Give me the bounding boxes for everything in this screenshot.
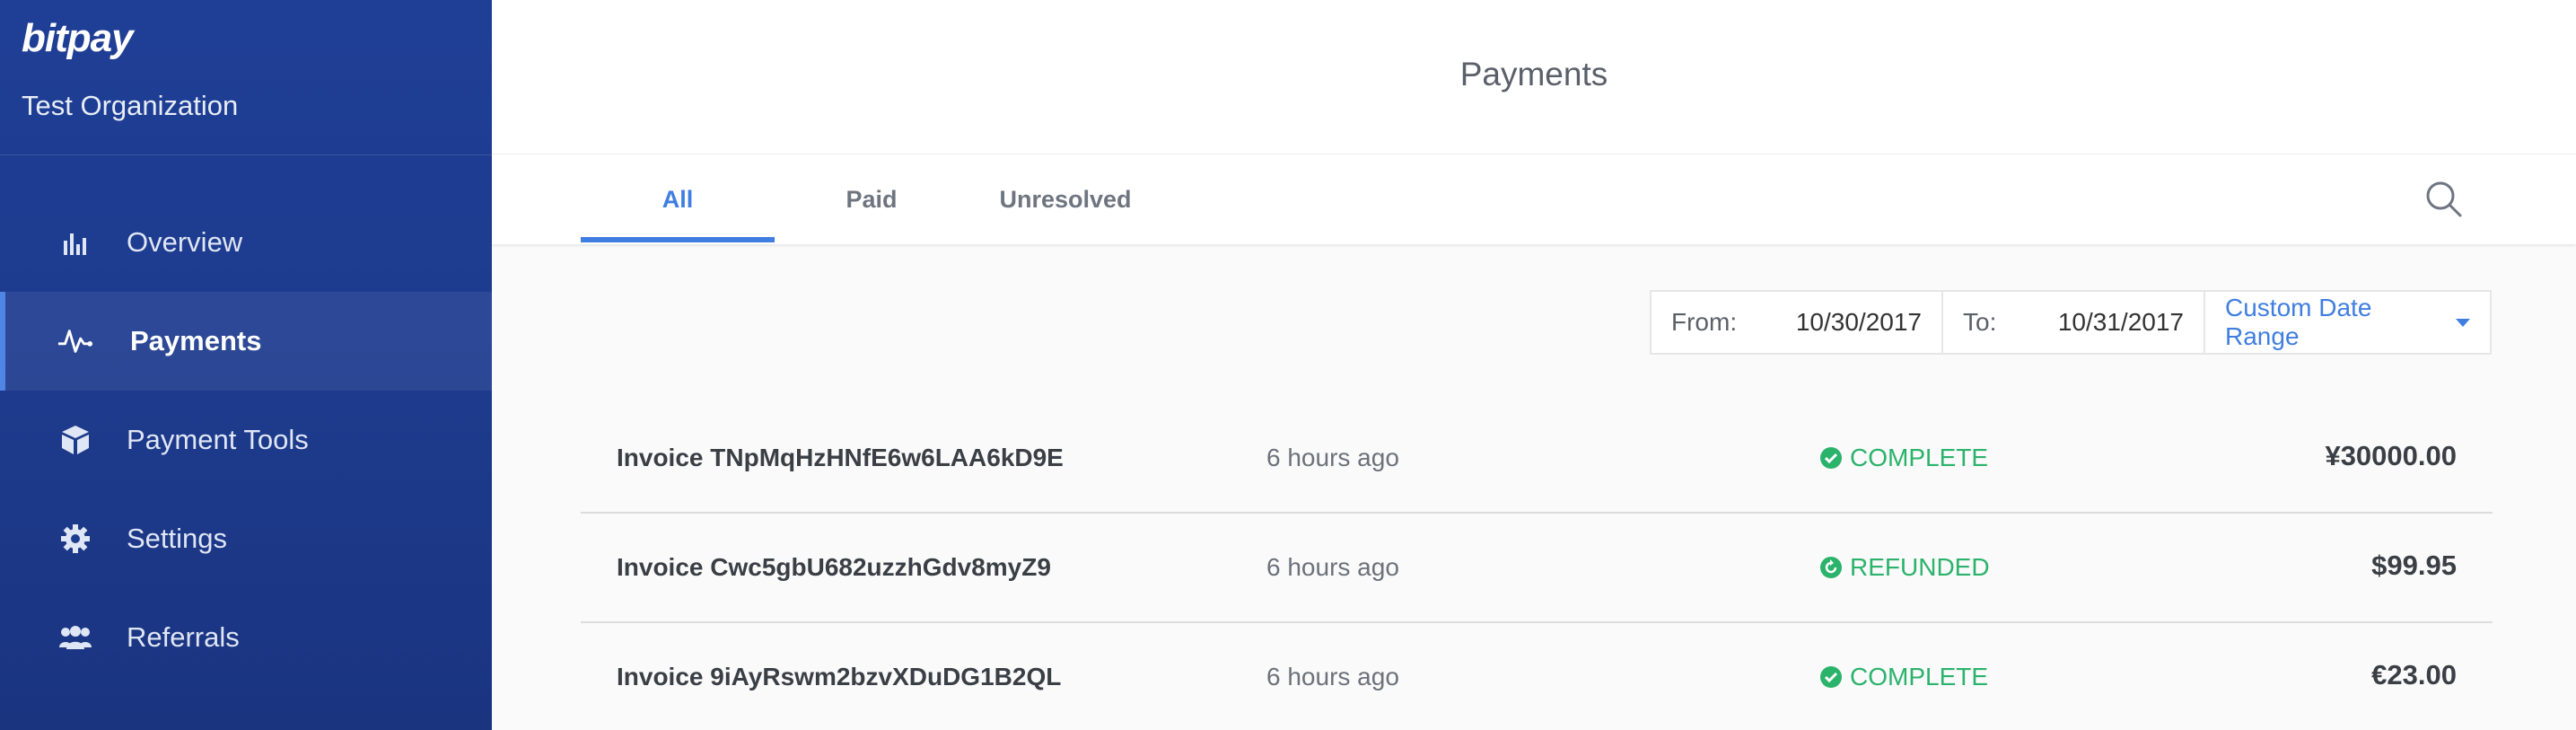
cube-icon [57, 422, 93, 458]
invoice-time: 6 hours ago [1266, 444, 1399, 471]
sidebar-item-overview[interactable]: Overview [0, 193, 492, 292]
refund-circle-icon [1820, 557, 1842, 578]
status-badge: REFUNDED [1819, 553, 1990, 582]
sidebar-item-referrals[interactable]: Referrals [0, 588, 492, 687]
pulse-icon [57, 323, 93, 359]
date-filter: From: 10/30/2017 To: 10/31/2017 Custom D… [1650, 290, 2492, 355]
from-date-value: 10/30/2017 [1795, 308, 1922, 336]
date-range-dropdown[interactable]: Custom Date Range [2205, 292, 2490, 353]
check-circle-icon [1820, 666, 1842, 688]
tab-all[interactable]: All [581, 154, 775, 244]
sidebar-item-label: Payment Tools [127, 424, 309, 455]
from-date-field[interactable]: From: 10/30/2017 [1652, 292, 1943, 353]
users-icon [57, 620, 93, 655]
caret-down-icon [2456, 318, 2470, 327]
table-row[interactable]: Invoice TNpMqHzHNfE6w6LAA6kD9E 6 hours a… [581, 404, 2493, 514]
to-label: To: [1963, 308, 1997, 336]
to-date-field[interactable]: To: 10/31/2017 [1943, 292, 2205, 353]
bar-chart-icon [57, 224, 93, 260]
status-text: COMPLETE [1850, 663, 1989, 690]
invoice-id: Invoice Cwc5gbU682uzzhGdv8myZ9 [617, 553, 1051, 581]
sidebar-item-label: Referrals [127, 621, 240, 653]
table-row[interactable]: Invoice 9iAyRswm2bzvXDuDG1B2QL 6 hours a… [581, 623, 2493, 730]
main-content: Payments All Paid Unresolved From: 10/30… [492, 0, 2576, 730]
tab-paid[interactable]: Paid [775, 154, 968, 244]
sidebar-item-label: Payments [130, 325, 262, 356]
bitpay-logo[interactable]: bitpay [22, 16, 134, 61]
from-label: From: [1671, 308, 1738, 336]
sidebar-nav: Overview Payments Payment Tools Settings… [0, 193, 492, 687]
invoice-amount: $99.95 [2371, 550, 2457, 581]
payments-list: Invoice TNpMqHzHNfE6w6LAA6kD9E 6 hours a… [581, 404, 2493, 730]
status-text: REFUNDED [1850, 553, 1990, 581]
sidebar-divider [0, 154, 492, 155]
tabs-bar: All Paid Unresolved [492, 154, 2576, 244]
sidebar-item-payment-tools[interactable]: Payment Tools [0, 391, 492, 489]
check-circle-icon [1820, 447, 1842, 469]
sidebar-item-label: Overview [127, 226, 243, 258]
invoice-amount: ¥30000.00 [2325, 440, 2457, 471]
sidebar-item-payments[interactable]: Payments [0, 292, 492, 391]
invoice-amount: €23.00 [2371, 659, 2457, 690]
invoice-id: Invoice TNpMqHzHNfE6w6LAA6kD9E [617, 444, 1064, 471]
sidebar-item-label: Settings [127, 523, 228, 554]
status-text: COMPLETE [1850, 444, 1989, 471]
page-title: Payments [1459, 56, 1608, 92]
tab-unresolved[interactable]: Unresolved [968, 154, 1162, 244]
status-badge: COMPLETE [1819, 444, 1988, 472]
organization-name: Test Organization [22, 90, 239, 121]
invoice-time: 6 hours ago [1266, 663, 1399, 690]
sidebar-item-settings[interactable]: Settings [0, 489, 492, 588]
sidebar: bitpay Test Organization Overview Paymen… [0, 0, 492, 730]
invoice-time: 6 hours ago [1266, 553, 1399, 581]
gear-icon [57, 521, 93, 557]
date-range-label: Custom Date Range [2225, 294, 2372, 350]
search-icon[interactable] [2422, 177, 2466, 222]
invoice-id: Invoice 9iAyRswm2bzvXDuDG1B2QL [617, 663, 1062, 690]
to-date-value: 10/31/2017 [2057, 308, 2184, 336]
status-badge: COMPLETE [1819, 663, 1988, 691]
page-header: Payments [492, 0, 2576, 154]
table-row[interactable]: Invoice Cwc5gbU682uzzhGdv8myZ9 6 hours a… [581, 514, 2493, 623]
